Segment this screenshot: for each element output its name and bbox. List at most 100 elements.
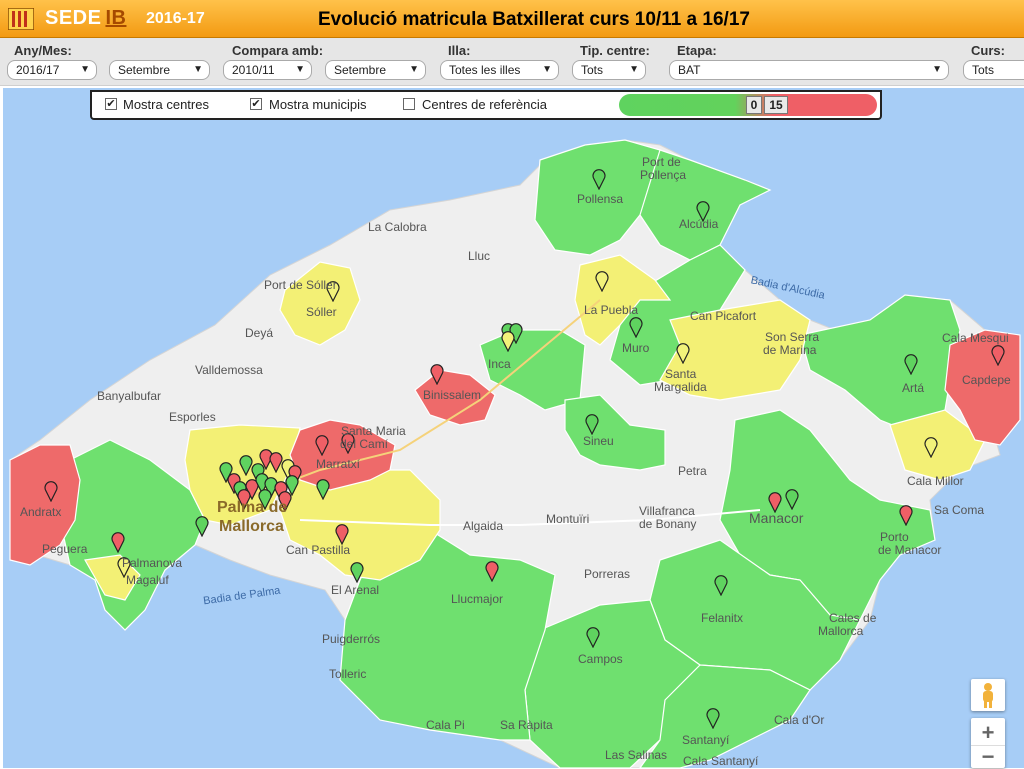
pegman-button[interactable]: [971, 679, 1005, 711]
brand-name: SEDE IB: [45, 7, 126, 30]
label-port-pollenca-b: Pollença: [640, 168, 687, 182]
mes-select[interactable]: Setembre ▼: [109, 60, 210, 80]
label-porreras: Porreras: [584, 567, 631, 581]
curs-select[interactable]: Tots: [963, 60, 1024, 80]
label-inca: Inca: [488, 357, 511, 371]
label-cala-santanyi: Cala Santanyí: [683, 754, 759, 768]
map-pin-icon[interactable]: [899, 504, 913, 526]
map-options-panel: ✔ Mostra centres ✔ Mostra municipis Cent…: [90, 90, 882, 120]
map-pin-icon[interactable]: [350, 561, 364, 583]
mostra-municipis-label: Mostra municipis: [269, 97, 367, 112]
mostra-centres-label: Mostra centres: [123, 97, 209, 112]
label-lluc: Lluc: [468, 249, 491, 263]
label-sa-coma: Sa Coma: [934, 503, 985, 517]
zoom-out-button[interactable]: −: [971, 746, 1005, 768]
map-pin-icon[interactable]: [991, 344, 1005, 366]
brand-sede: SEDE: [45, 7, 102, 29]
zoom-in-button[interactable]: +: [971, 718, 1005, 746]
label-can-pastilla: Can Pastilla: [286, 543, 351, 557]
label-cales-a: Cales de: [829, 611, 877, 625]
map-pin-icon[interactable]: [585, 413, 599, 435]
illa-select[interactable]: Totes les illes ▼: [440, 60, 559, 80]
tip-centre-select[interactable]: Tots ▼: [572, 60, 646, 80]
compara-mes-select[interactable]: Setembre ▼: [325, 60, 426, 80]
label-santa-maria-a: Santa Maria: [341, 424, 406, 438]
mostra-municipis-checkbox[interactable]: ✔: [250, 98, 262, 110]
map-pin-icon[interactable]: [924, 436, 938, 458]
island-map: [9, 139, 1021, 768]
mes-select-value: Setembre: [118, 63, 171, 77]
chevron-down-icon: ▼: [932, 64, 942, 75]
page-title: Evolució matricula Batxillerat curs 10/1…: [318, 9, 750, 30]
any-select[interactable]: 2016/17 ▼: [7, 60, 97, 80]
label-peguera: Peguera: [42, 542, 88, 556]
label-santanyi: Santanyí: [682, 733, 730, 747]
map-pin-icon[interactable]: [676, 342, 690, 364]
map-pin-icon[interactable]: [111, 531, 125, 553]
label-cales-b: Mallorca: [818, 624, 864, 638]
chevron-down-icon: ▼: [629, 64, 639, 75]
map-pin-icon[interactable]: [785, 488, 799, 510]
map-pin-icon[interactable]: [595, 270, 609, 292]
compara-any-value: 2010/11: [232, 63, 275, 77]
header-bar: SEDE IB 2016-17 Evolució matricula Batxil…: [0, 0, 1024, 38]
label-llucmajor: Llucmajor: [451, 592, 504, 606]
label-magaluf: Magaluf: [126, 573, 169, 587]
label-manacor: Manacor: [749, 510, 804, 526]
map-pin-icon[interactable]: [714, 574, 728, 596]
map-pin-icon[interactable]: [316, 478, 330, 500]
label-cala-millor: Cala Millor: [907, 474, 964, 488]
label-port-pollenca-a: Port de: [642, 155, 681, 169]
map-pin-icon[interactable]: [501, 330, 515, 352]
map-pin-icon[interactable]: [904, 353, 918, 375]
chevron-down-icon: ▼: [409, 64, 419, 75]
etapa-select-value: BAT: [678, 63, 701, 77]
label-tolleric: Tolleric: [329, 667, 367, 681]
compara-mes-value: Setembre: [334, 63, 387, 77]
map-pin-icon[interactable]: [485, 560, 499, 582]
label-puigderros: Puigderrós: [322, 632, 381, 646]
map-pin-icon[interactable]: [315, 434, 329, 456]
map-pin-icon[interactable]: [592, 168, 606, 190]
label-santa-margalida-b: Margalida: [654, 380, 707, 394]
label-arta: Artá: [902, 381, 925, 395]
map-pin-icon[interactable]: [44, 480, 58, 502]
tip-centre-value: Tots: [581, 63, 604, 77]
person-icon: [983, 683, 993, 708]
label-soller: Sóller: [306, 305, 337, 319]
label-port-soller: Port de Sóller: [264, 278, 337, 292]
map-pin-icon[interactable]: [430, 363, 444, 385]
map-pin-icon[interactable]: [195, 515, 209, 537]
curs-select-value: Tots: [972, 63, 995, 77]
etapa-select[interactable]: BAT ▼: [669, 60, 949, 80]
map-pin-icon[interactable]: [629, 316, 643, 338]
label-la-puebla: La Puebla: [584, 303, 639, 317]
label-porto-cristo-b: de Manacor: [878, 543, 942, 557]
label-cala-mesquida: Cala Mesqui: [942, 331, 1009, 345]
year-label: 2016-17: [146, 10, 205, 27]
label-santa-margalida-a: Santa: [665, 367, 697, 381]
label-vilafranca-b: de Bonany: [639, 517, 697, 531]
map-pin-icon[interactable]: [706, 707, 720, 729]
map-pin-icon[interactable]: [335, 523, 349, 545]
label-palma-a: Palma de: [217, 499, 288, 516]
compara-any-select[interactable]: 2010/11 ▼: [223, 60, 312, 80]
map-canvas[interactable]: [3, 88, 1024, 768]
centres-referencia-label: Centres de referència: [422, 97, 548, 112]
filter-bar: Any/Mes: 2016/17 ▼ Setembre ▼ Compara amb:…: [0, 38, 1024, 86]
etapa-label: Etapa:: [677, 43, 717, 58]
legend-min-input[interactable]: 0: [746, 96, 762, 114]
mostra-centres-checkbox[interactable]: ✔: [105, 98, 117, 110]
curs-label: Curs:: [971, 43, 1005, 58]
label-deya: Deyá: [245, 326, 274, 340]
label-capdepera: Capdepe: [962, 373, 1011, 387]
chevron-down-icon: ▼: [542, 64, 552, 75]
logo-icon: [8, 8, 34, 30]
map-pin-icon[interactable]: [586, 626, 600, 648]
centres-referencia-checkbox[interactable]: [403, 98, 415, 110]
legend-max-input[interactable]: 15: [764, 96, 788, 114]
label-can-picafort: Can Picafort: [690, 309, 757, 323]
label-valldemossa: Valldemossa: [195, 363, 263, 377]
illa-select-value: Totes les illes: [449, 63, 521, 77]
zoom-controls: + −: [971, 718, 1005, 768]
